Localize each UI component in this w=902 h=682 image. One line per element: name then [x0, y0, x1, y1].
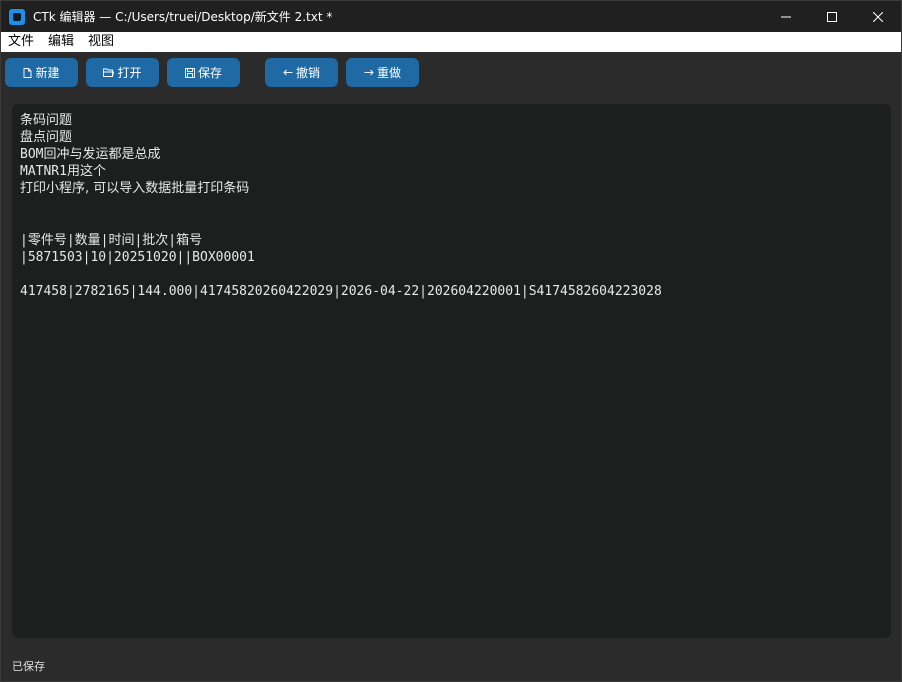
redo-button-label: 重做	[376, 66, 401, 80]
save-button[interactable]: 保存	[167, 58, 240, 87]
minimize-button[interactable]	[763, 1, 809, 32]
editor-line: MATNR1用这个	[20, 164, 106, 180]
folder-open-icon	[103, 68, 115, 77]
editor-line: 条码问题	[20, 113, 73, 128]
new-file-icon	[23, 67, 32, 78]
editor-line: BOM回冲与发运都是总成	[20, 147, 161, 163]
close-button[interactable]	[855, 1, 901, 32]
menu-edit[interactable]: 编辑	[41, 32, 80, 52]
toolbar: 新建 打开 保存 撤销 重做	[1, 52, 901, 96]
minimize-icon	[781, 16, 791, 17]
editor-line: 盘点问题	[20, 130, 73, 146]
undo-button-label: 撤销	[295, 66, 320, 80]
menu-file[interactable]: 文件	[1, 32, 40, 52]
menu-bar: 文件 编辑 视图	[1, 32, 901, 52]
status-text: 已保存	[12, 660, 45, 673]
new-button[interactable]: 新建	[5, 58, 78, 87]
window-controls	[763, 1, 901, 32]
new-button-label: 新建	[35, 66, 60, 80]
editor-line: 417458|2782165|144.000|41745820260422029…	[20, 283, 662, 299]
close-icon	[873, 11, 883, 22]
maximize-icon	[827, 11, 837, 22]
redo-button[interactable]: 重做	[346, 58, 419, 87]
menu-view[interactable]: 视图	[81, 32, 120, 52]
save-button-label: 保存	[197, 66, 222, 80]
maximize-button[interactable]	[809, 1, 855, 32]
open-button-label: 打开	[117, 66, 142, 80]
open-button[interactable]: 打开	[86, 58, 159, 87]
redo-arrow-icon	[364, 69, 374, 76]
editor-line: 打印小程序, 可以导入数据批量打印条码	[20, 181, 250, 197]
editor-line: |5871503|10|20251020||BOX00001	[20, 249, 255, 265]
editor-window: CTk 编辑器 — C:/Users/truei/Desktop/新文件 2.t…	[0, 0, 902, 682]
ctk-app-icon	[9, 8, 25, 25]
title-bar[interactable]: CTk 编辑器 — C:/Users/truei/Desktop/新文件 2.t…	[1, 1, 901, 32]
editor-line: |零件号|数量|时间|批次|箱号	[20, 232, 203, 248]
window-title: CTk 编辑器 — C:/Users/truei/Desktop/新文件 2.t…	[33, 10, 333, 24]
status-bar: 已保存	[1, 649, 901, 681]
text-editor[interactable]: 条码问题 盘点问题 BOM回冲与发运都是总成 MATNR1用这个 打印小程序, …	[12, 104, 891, 638]
undo-arrow-icon	[283, 69, 293, 76]
save-icon	[185, 67, 195, 78]
undo-button[interactable]: 撤销	[265, 58, 338, 87]
